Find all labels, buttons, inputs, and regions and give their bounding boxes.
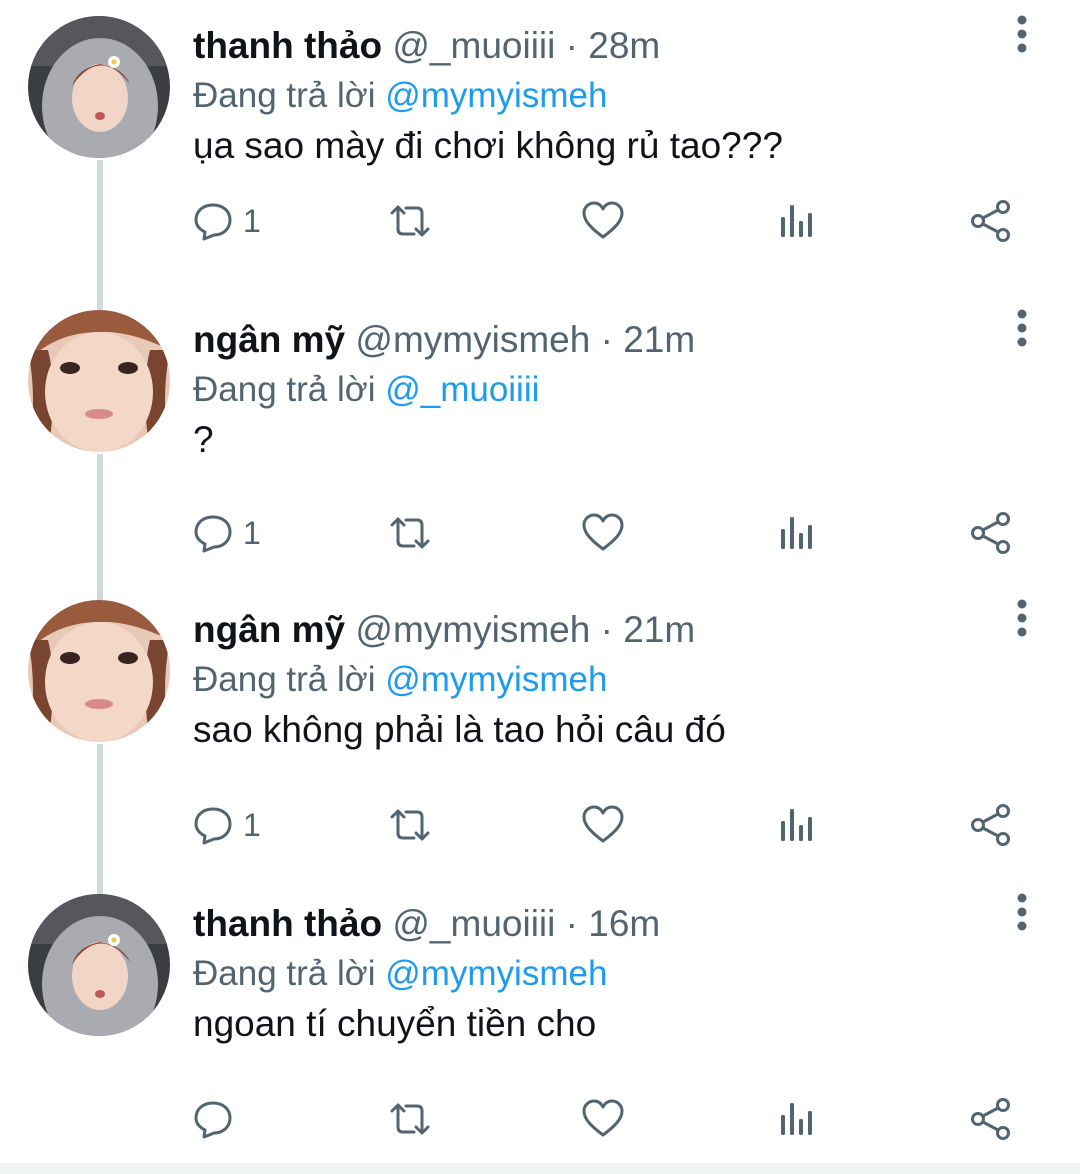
retweet-button[interactable] <box>386 508 434 558</box>
like-button[interactable] <box>581 508 625 558</box>
views-icon <box>781 809 812 841</box>
share-button[interactable] <box>969 508 1013 558</box>
more-vertical-icon[interactable] <box>1004 594 1040 646</box>
tweet[interactable]: thanh thảo @_muoiiii · 28m Đang trả lời … <box>0 0 1080 290</box>
replying-to: Đang trả lời @mymyismeh <box>193 951 607 997</box>
reply-mention[interactable]: @mymyismeh <box>385 660 607 699</box>
reply-mention[interactable]: @mymyismeh <box>385 76 607 115</box>
share-icon <box>971 804 1010 846</box>
display-name[interactable]: ngân mỹ <box>193 319 345 360</box>
display-name[interactable]: thanh thảo <box>193 903 382 944</box>
retweet-icon <box>390 1103 430 1135</box>
retweet-button[interactable] <box>386 1094 434 1144</box>
tweet-text: ụa sao mày đi chơi không rủ tao??? <box>193 125 783 166</box>
like-button[interactable] <box>581 196 625 246</box>
avatar[interactable] <box>28 16 170 158</box>
avatar[interactable] <box>28 600 170 742</box>
timestamp[interactable]: 21m <box>623 319 695 360</box>
reply-button[interactable]: 1 <box>193 800 261 850</box>
views-button[interactable] <box>777 508 817 558</box>
share-button[interactable] <box>969 1094 1013 1144</box>
tweet-actions: 1 <box>0 800 1080 850</box>
retweet-button[interactable] <box>386 196 434 246</box>
user-handle[interactable]: @_muoiiii <box>392 25 555 66</box>
share-button[interactable] <box>969 800 1013 850</box>
views-icon <box>781 205 812 237</box>
tweet-actions: 1 <box>0 196 1080 246</box>
replying-to: Đang trả lời @_muoiiii <box>193 367 539 413</box>
views-button[interactable] <box>777 800 817 850</box>
reply-button[interactable]: 1 <box>193 508 261 558</box>
separator-dot: · <box>600 609 613 650</box>
tweet-header: thanh thảo @_muoiiii · 28m <box>193 22 660 70</box>
user-handle[interactable]: @_muoiiii <box>392 903 555 944</box>
share-button[interactable] <box>969 196 1013 246</box>
views-button[interactable] <box>777 1094 817 1144</box>
timestamp[interactable]: 21m <box>623 609 695 650</box>
retweet-icon <box>390 517 430 549</box>
share-icon <box>971 512 1010 554</box>
separator-dot: · <box>600 319 613 360</box>
replying-to: Đang trả lời @mymyismeh <box>193 657 607 703</box>
more-vertical-icon[interactable] <box>1004 888 1040 940</box>
like-button[interactable] <box>581 800 625 850</box>
reply-prefix: Đang trả lời <box>193 370 376 409</box>
reply-count: 1 <box>243 202 261 239</box>
tweet-actions: 1 <box>0 508 1080 558</box>
tweet-text: ? <box>193 419 214 460</box>
tweet-actions <box>0 1094 1080 1144</box>
bottom-divider <box>0 1163 1080 1174</box>
reply-prefix: Đang trả lời <box>193 76 376 115</box>
reply-button[interactable] <box>193 1094 243 1144</box>
share-icon <box>971 200 1010 242</box>
reply-prefix: Đang trả lời <box>193 954 376 993</box>
timestamp[interactable]: 28m <box>588 25 660 66</box>
tweet[interactable]: thanh thảo @_muoiiii · 16m Đang trả lời … <box>0 878 1080 1168</box>
separator-dot: · <box>565 903 578 944</box>
retweet-icon <box>390 205 430 237</box>
tweet-text: sao không phải là tao hỏi câu đó <box>193 709 726 750</box>
timestamp[interactable]: 16m <box>588 903 660 944</box>
views-icon <box>781 517 812 549</box>
display-name[interactable]: thanh thảo <box>193 25 382 66</box>
user-handle[interactable]: @mymyismeh <box>355 319 590 360</box>
reply-button[interactable]: 1 <box>193 196 261 246</box>
retweet-button[interactable] <box>386 800 434 850</box>
display-name[interactable]: ngân mỹ <box>193 609 345 650</box>
heart-icon <box>582 805 624 843</box>
tweet[interactable]: ngân mỹ @mymyismeh · 21m Đang trả lời @m… <box>0 584 1080 874</box>
replying-to: Đang trả lời @mymyismeh <box>193 73 607 119</box>
heart-icon <box>582 513 624 551</box>
separator-dot: · <box>565 25 578 66</box>
reply-mention[interactable]: @mymyismeh <box>385 954 607 993</box>
like-button[interactable] <box>581 1094 625 1144</box>
tweet-text: ngoan tí chuyển tiền cho <box>193 1003 597 1044</box>
reply-count: 1 <box>243 514 261 551</box>
reply-icon <box>194 203 232 241</box>
views-button[interactable] <box>777 196 817 246</box>
tweet[interactable]: ngân mỹ @mymyismeh · 21m Đang trả lời @_… <box>0 294 1080 584</box>
views-icon <box>781 1103 812 1135</box>
retweet-icon <box>390 809 430 841</box>
heart-icon <box>582 201 624 239</box>
avatar[interactable] <box>28 310 170 452</box>
more-vertical-icon[interactable] <box>1004 304 1040 356</box>
reply-icon <box>194 807 232 845</box>
heart-icon <box>582 1099 624 1137</box>
tweet-header: thanh thảo @_muoiiii · 16m <box>193 900 660 948</box>
share-icon <box>971 1098 1010 1140</box>
user-handle[interactable]: @mymyismeh <box>355 609 590 650</box>
avatar[interactable] <box>28 894 170 1036</box>
tweet-header: ngân mỹ @mymyismeh · 21m <box>193 606 695 654</box>
tweet-header: ngân mỹ @mymyismeh · 21m <box>193 316 695 364</box>
reply-mention[interactable]: @_muoiiii <box>385 370 539 409</box>
reply-icon <box>194 1101 232 1139</box>
reply-icon <box>194 515 232 553</box>
reply-prefix: Đang trả lời <box>193 660 376 699</box>
reply-count: 1 <box>243 806 261 843</box>
more-vertical-icon[interactable] <box>1004 10 1040 62</box>
